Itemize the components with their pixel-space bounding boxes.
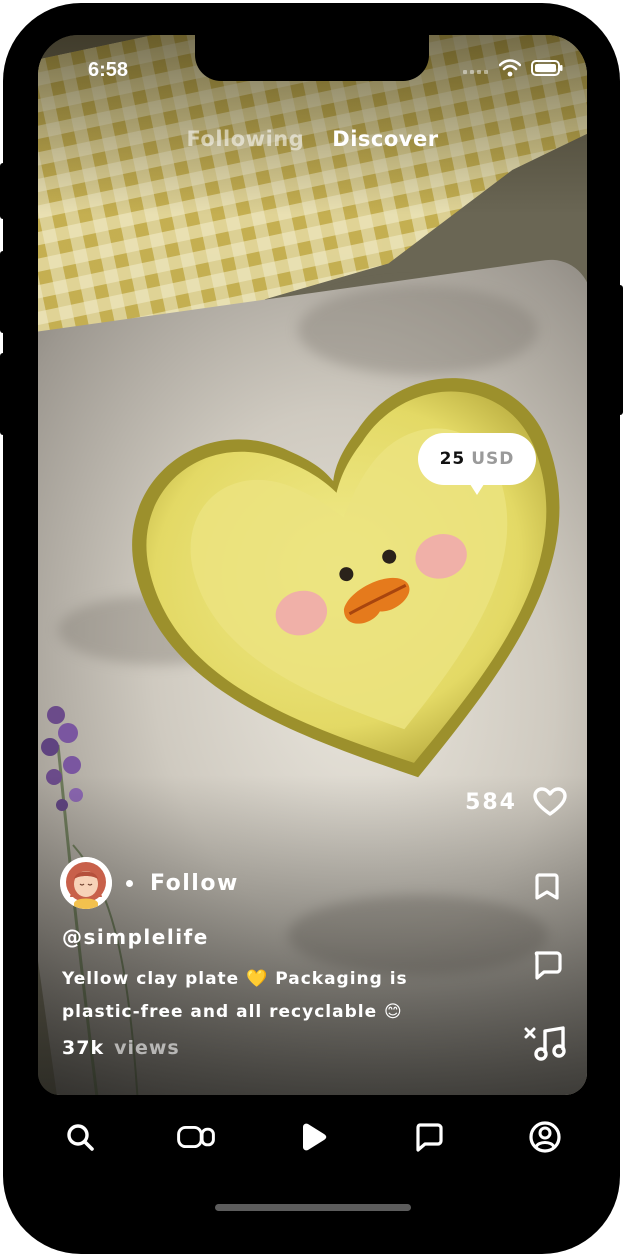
heart-icon[interactable] xyxy=(533,787,567,817)
follow-button[interactable]: Follow xyxy=(150,871,239,896)
side-button-power xyxy=(617,285,623,415)
tab-discover[interactable]: Discover xyxy=(332,127,438,151)
comment-icon[interactable] xyxy=(531,949,563,981)
notch xyxy=(195,35,429,81)
video-camera-icon xyxy=(177,1125,216,1149)
bottom-navigation xyxy=(38,1110,587,1164)
nav-profile[interactable] xyxy=(525,1117,565,1157)
tab-following[interactable]: Following xyxy=(186,127,304,151)
like-count: 584 xyxy=(465,789,517,815)
status-time: 6:58 xyxy=(88,59,129,81)
like-control[interactable]: 584 xyxy=(465,787,567,817)
post-caption: Yellow clay plate 💛 Packaging is plastic… xyxy=(62,963,462,1029)
side-button-volume-up xyxy=(0,251,6,333)
creator-handle[interactable]: @simplelife xyxy=(62,925,209,949)
views-label: views xyxy=(114,1037,180,1059)
side-button-action xyxy=(0,163,6,219)
profile-icon xyxy=(529,1121,561,1153)
nav-live[interactable] xyxy=(176,1117,216,1157)
bookmark-icon[interactable] xyxy=(531,871,563,903)
video-feed-screen[interactable]: 6:58 Following Discover 25 USD 584 Follo… xyxy=(38,35,587,1095)
price-currency: USD xyxy=(471,449,515,469)
feed-tabs: Following Discover xyxy=(38,127,587,151)
play-icon xyxy=(302,1123,326,1151)
cellular-signal-icon xyxy=(463,70,488,74)
battery-icon xyxy=(531,60,563,76)
nav-messages[interactable] xyxy=(409,1117,449,1157)
home-indicator[interactable] xyxy=(215,1204,411,1211)
caption-line: plastic-free and all recyclable 😊 xyxy=(62,1002,403,1022)
music-note-muted-icon[interactable] xyxy=(523,1025,567,1061)
creator-row: Follow xyxy=(60,857,239,909)
chat-icon xyxy=(416,1123,443,1152)
caption-line: Yellow clay plate 💛 Packaging is xyxy=(62,969,408,989)
search-icon xyxy=(67,1124,94,1151)
separator-dot xyxy=(126,879,133,887)
price-tag[interactable]: 25 USD xyxy=(418,433,536,485)
side-button-volume-down xyxy=(0,353,6,435)
views-number: 37k xyxy=(62,1037,105,1059)
creator-avatar-image xyxy=(60,857,112,909)
view-count: 37k views xyxy=(62,1037,180,1059)
wifi-icon xyxy=(499,59,521,77)
status-icons xyxy=(463,59,563,77)
price-amount: 25 xyxy=(439,449,466,469)
avatar[interactable] xyxy=(60,857,112,909)
nav-play[interactable] xyxy=(293,1117,333,1157)
nav-search[interactable] xyxy=(60,1117,100,1157)
